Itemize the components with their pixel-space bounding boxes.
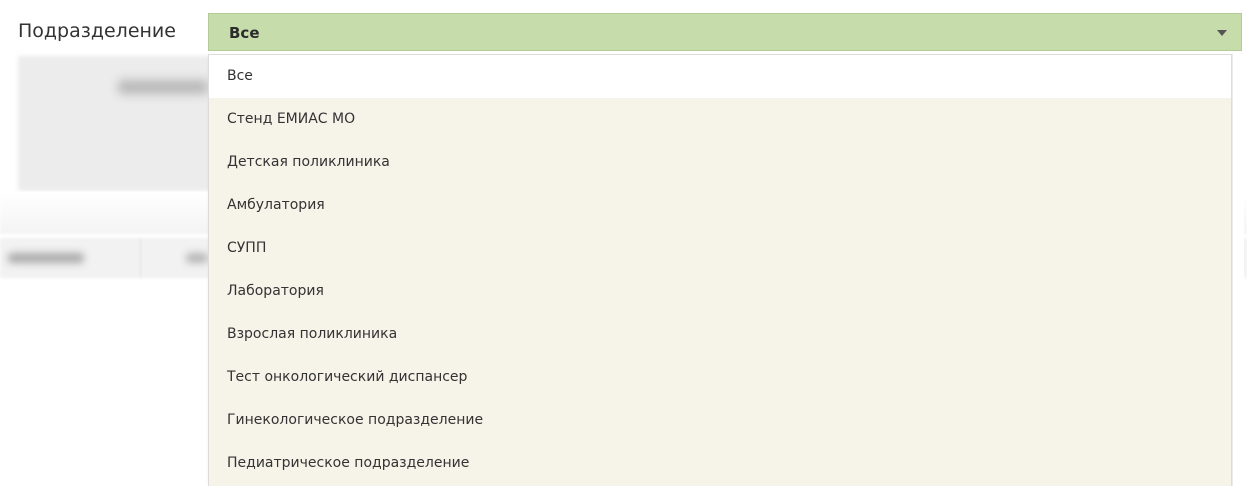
dropdown-option[interactable]: Стенд ЕМИАС МО xyxy=(209,98,1231,141)
dropdown-option[interactable]: Амбулатория xyxy=(209,184,1231,227)
background-panel xyxy=(18,56,218,191)
dropdown-scrollbar[interactable] xyxy=(1232,54,1244,486)
dropdown-option[interactable]: Все xyxy=(209,55,1231,98)
dropdown-option[interactable]: Детская поликлиника xyxy=(209,141,1231,184)
dropdown-option[interactable]: СУПП xyxy=(209,227,1231,270)
subdivision-label: Подразделение xyxy=(18,20,176,42)
dropdown-option[interactable]: Лаборатория xyxy=(209,270,1231,313)
dropdown-option[interactable]: Взрослая поликлиника xyxy=(209,313,1231,356)
background-blurred-cell-text xyxy=(8,253,84,263)
background-blurred-cell-text xyxy=(186,253,208,263)
subdivision-select[interactable]: Все xyxy=(208,13,1242,51)
background-blurred-label xyxy=(118,80,208,94)
chevron-down-icon[interactable] xyxy=(1217,30,1227,36)
dropdown-option[interactable]: Тест онкологический диспансер xyxy=(209,356,1231,399)
subdivision-select-value: Все xyxy=(229,24,260,42)
dropdown-option[interactable]: Педиатрическое подразделение xyxy=(209,442,1231,485)
dropdown-option[interactable]: Гинекологическое подразделение xyxy=(209,399,1231,442)
subdivision-dropdown-list: Все Стенд ЕМИАС МО Детская поликлиника А… xyxy=(208,54,1232,486)
